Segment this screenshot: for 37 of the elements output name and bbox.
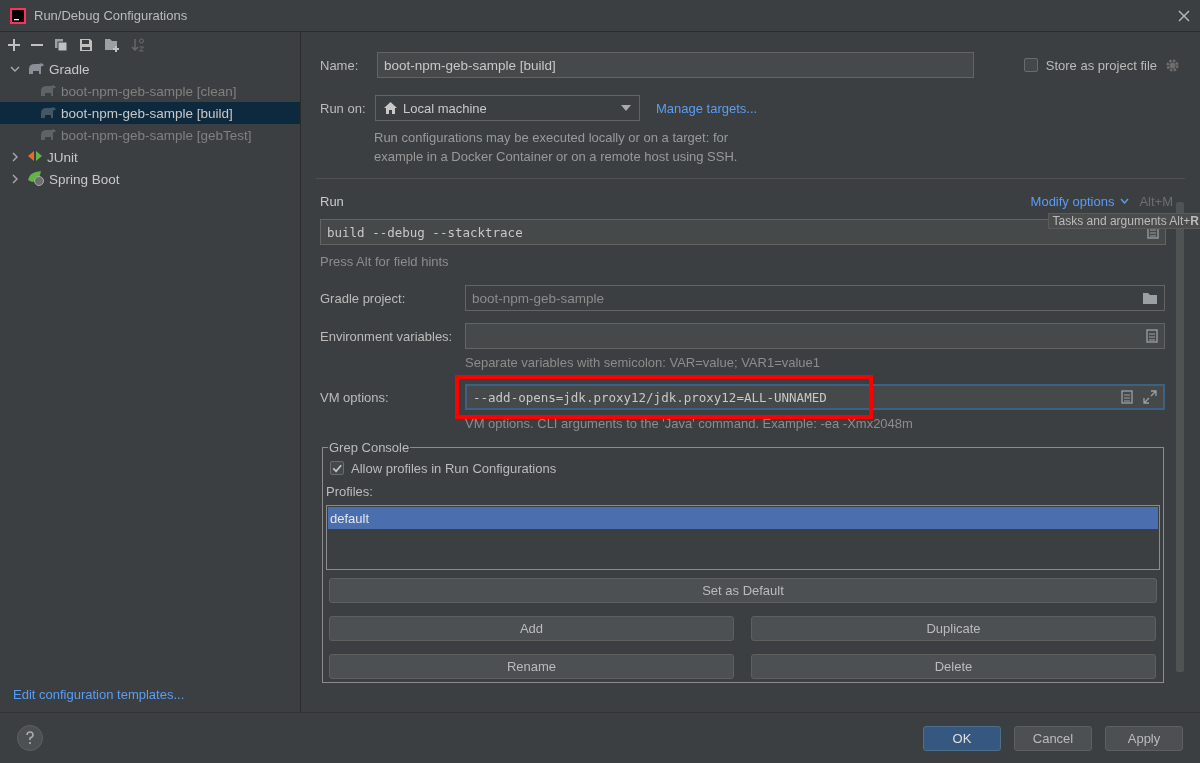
field-hint: VM options. CLI arguments to the 'Java' command. Example: -ea -Xmx2048m xyxy=(465,415,914,433)
run-on-label: Run on: xyxy=(320,100,365,116)
action-button[interactable]: Duplicate xyxy=(751,616,1156,641)
run-on-dropdown[interactable]: Local machine xyxy=(375,95,640,121)
action-button[interactable]: Rename xyxy=(329,654,734,679)
modify-options-link[interactable]: Modify options xyxy=(1030,193,1115,209)
window-title: Run/Debug Configurations xyxy=(34,8,188,23)
action-button[interactable]: Add xyxy=(329,616,734,641)
name-field[interactable]: boot-npm-geb-sample [build] xyxy=(377,52,974,78)
run-section-title: Run xyxy=(320,193,344,209)
allow-profiles-label: Allow profiles in Run Configurations xyxy=(351,460,557,476)
field-hint: Press Alt for field hints xyxy=(320,253,450,271)
edit-templates-link[interactable]: Edit configuration templates... xyxy=(13,687,185,702)
group-title: Grep Console xyxy=(328,440,411,455)
field-label: VM options: xyxy=(320,389,390,405)
tree-item[interactable]: boot-npm-geb-sample [clean] xyxy=(0,80,300,102)
tooltip: Tasks and arguments Alt+R xyxy=(1047,213,1200,229)
field-hint: Separate variables with semicolon: VAR=value; VAR1=value1 xyxy=(465,354,822,372)
dialog-button[interactable]: OK xyxy=(923,725,1001,751)
field-label: Environment variables: xyxy=(320,328,454,344)
profiles-label: Profiles: xyxy=(326,484,374,499)
list-item[interactable]: default xyxy=(328,507,1158,529)
tree-item[interactable]: boot-npm-geb-sample [build] xyxy=(0,102,300,124)
input-field[interactable]: --add-opens=jdk.proxy12/jdk.proxy12=ALL-UNNAMED xyxy=(465,384,1165,410)
tree-item[interactable]: boot-npm-geb-sample [gebTest] xyxy=(0,124,300,146)
run-on-hint: Run configurations may be executed locally or on a target: for example in a Docker Container or on a remote host using SSH. xyxy=(374,129,739,166)
manage-targets-link[interactable]: Manage targets... xyxy=(656,100,758,116)
action-button[interactable]: Delete xyxy=(751,654,1156,679)
tree-item[interactable]: Gradle xyxy=(0,58,300,80)
action-button[interactable]: Set as Default xyxy=(329,578,1157,603)
store-as-project-file-label: Store as project file xyxy=(1045,57,1157,73)
dialog-button[interactable]: Apply xyxy=(1105,725,1183,751)
name-label: Name: xyxy=(320,57,360,73)
dialog-button[interactable]: Cancel xyxy=(1014,725,1092,751)
tree-item[interactable]: Spring Boot xyxy=(0,168,300,190)
field-label: Gradle project: xyxy=(320,290,407,306)
tree-item[interactable]: JUnit xyxy=(0,146,300,168)
